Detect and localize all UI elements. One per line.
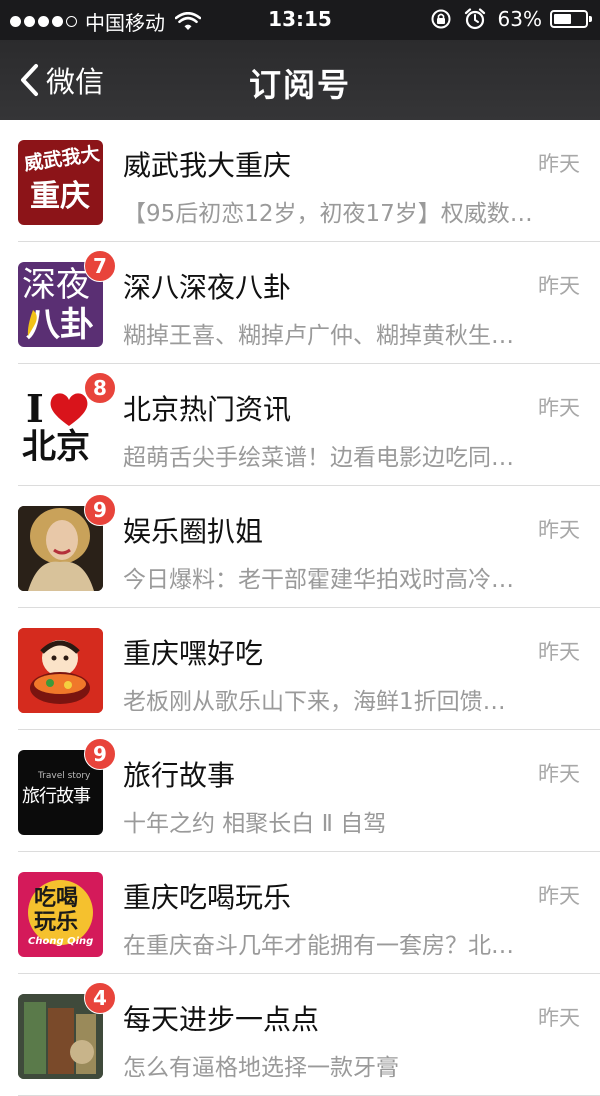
- account-name: 威武我大重庆: [123, 149, 292, 182]
- hotpot-mascot-icon: [18, 628, 103, 713]
- account-name: 重庆嘿好吃: [123, 637, 264, 670]
- account-name: 每天进步一点点: [123, 1003, 320, 1036]
- unread-badge: 9: [84, 738, 116, 770]
- status-bar: 中国移动 13:15 63%: [0, 0, 600, 40]
- list-item[interactable]: 威武我大 重庆 威武我大重庆 昨天 【95后初恋12岁，初夜17岁】权威数…: [0, 120, 600, 242]
- item-preview: 怎么有逼格地选择一款牙膏: [123, 1055, 399, 1081]
- page-title: 订阅号: [248, 66, 351, 104]
- item-time: 昨天: [538, 274, 580, 298]
- unread-badge: 8: [84, 372, 116, 404]
- account-name: 旅行故事: [123, 759, 236, 792]
- account-name: 重庆吃喝玩乐: [123, 881, 292, 914]
- list-item[interactable]: 4 每天进步一点点 昨天 怎么有逼格地选择一款牙膏: [0, 974, 600, 1096]
- unread-badge: 9: [84, 494, 116, 526]
- account-avatar: 威武我大 重庆: [18, 140, 103, 225]
- subscription-list: 威武我大 重庆 威武我大重庆 昨天 【95后初恋12岁，初夜17岁】权威数… 深…: [0, 120, 600, 1096]
- item-preview: 超萌舌尖手绘菜谱！边看电影边吃同…: [123, 445, 514, 471]
- item-time: 昨天: [538, 1006, 580, 1030]
- list-item[interactable]: Travel story 旅行故事 9 旅行故事 昨天 十年之约 相聚长白 Ⅱ …: [0, 730, 600, 852]
- list-item[interactable]: 深夜 八卦 7 深八深夜八卦 昨天 糊掉王喜、糊掉卢广仲、糊掉黄秋生…: [0, 242, 600, 364]
- item-time: 昨天: [538, 884, 580, 908]
- item-time: 昨天: [538, 396, 580, 420]
- item-time: 昨天: [538, 640, 580, 664]
- account-name: 北京热门资讯: [123, 393, 292, 426]
- rotation-lock-icon: [431, 9, 451, 29]
- list-item[interactable]: 吃喝 玩乐 Chong Qing 重庆吃喝玩乐 昨天 在重庆奋斗几年才能拥有一套…: [0, 852, 600, 974]
- unread-badge: 4: [84, 982, 116, 1014]
- list-item[interactable]: I 北京 8 北京热门资讯 昨天 超萌舌尖手绘菜谱！边看电影边吃同…: [0, 364, 600, 486]
- account-name: 娱乐圈扒姐: [123, 515, 264, 548]
- list-item[interactable]: 9 娱乐圈扒姐 昨天 今日爆料：老干部霍建华拍戏时高冷…: [0, 486, 600, 608]
- unread-badge: 7: [84, 250, 116, 282]
- item-preview: 今日爆料：老干部霍建华拍戏时高冷…: [123, 567, 514, 593]
- alarm-icon: [464, 8, 485, 30]
- item-time: 昨天: [538, 152, 580, 176]
- account-name: 深八深夜八卦: [123, 271, 292, 304]
- item-preview: 在重庆奋斗几年才能拥有一套房？北…: [123, 933, 514, 959]
- item-preview: 老板刚从歌乐山下来，海鲜1折回馈…: [123, 689, 506, 715]
- item-time: 昨天: [538, 762, 580, 786]
- item-preview: 十年之约 相聚长白 Ⅱ 自驾: [123, 811, 387, 837]
- bird-icon: [27, 310, 37, 336]
- list-item[interactable]: 重庆嘿好吃 昨天 老板刚从歌乐山下来，海鲜1折回馈…: [0, 608, 600, 730]
- item-preview: 糊掉王喜、糊掉卢广仲、糊掉黄秋生…: [123, 323, 514, 349]
- heart-icon: [50, 393, 88, 426]
- item-preview: 【95后初恋12岁，初夜17岁】权威数…: [123, 201, 533, 227]
- item-time: 昨天: [538, 518, 580, 542]
- battery-icon: [550, 10, 592, 28]
- battery-percent: 63%: [497, 7, 542, 31]
- account-avatar: 吃喝 玩乐 Chong Qing: [18, 872, 103, 957]
- account-avatar: [18, 628, 103, 713]
- navigation-bar: 微信 订阅号: [0, 40, 600, 120]
